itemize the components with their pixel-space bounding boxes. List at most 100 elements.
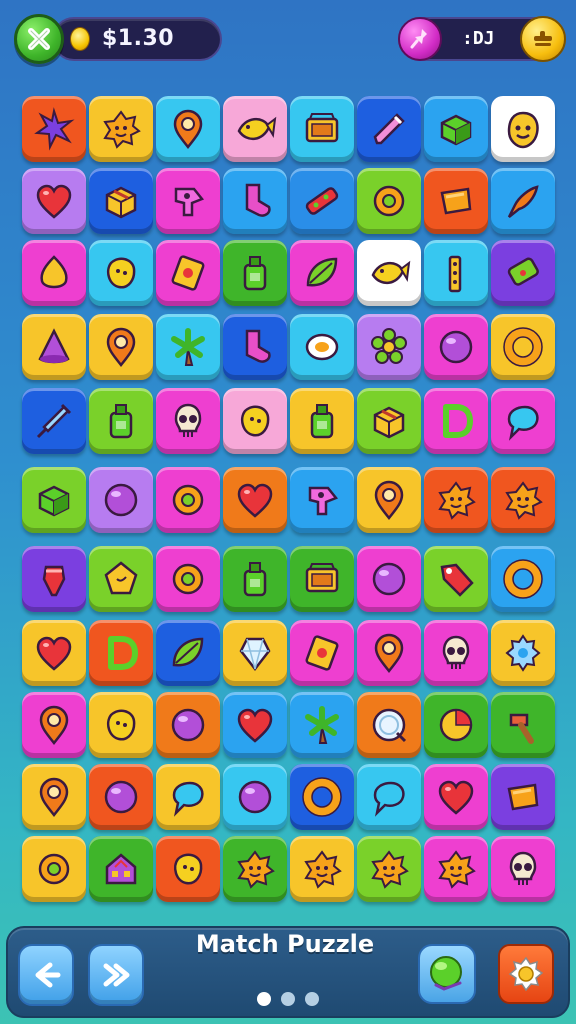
tile-speech[interactable]	[156, 764, 220, 830]
tile-burst[interactable]	[491, 467, 555, 533]
tile-palm[interactable]	[156, 314, 220, 380]
tile-pin[interactable]	[156, 96, 220, 162]
tile-orb[interactable]	[357, 546, 421, 612]
tile-heart[interactable]	[223, 467, 287, 533]
tile-syringe[interactable]	[22, 388, 86, 454]
tile-leaf[interactable]	[290, 240, 354, 306]
tile-house[interactable]	[89, 836, 153, 902]
tile-pentagon[interactable]	[89, 546, 153, 612]
tile-fish[interactable]	[357, 240, 421, 306]
tile-ring[interactable]	[357, 168, 421, 234]
tile-blob[interactable]	[223, 388, 287, 454]
tile-sock[interactable]	[223, 314, 287, 380]
tile-ring[interactable]	[156, 546, 220, 612]
tile-plate[interactable]	[357, 692, 421, 758]
tile-d[interactable]	[424, 388, 488, 454]
tile-burst[interactable]	[89, 96, 153, 162]
tile-hammer[interactable]	[491, 692, 555, 758]
tile-d[interactable]	[89, 620, 153, 686]
tile-pointer[interactable]	[491, 168, 555, 234]
tile-speech[interactable]	[357, 764, 421, 830]
tile-bottle[interactable]	[223, 546, 287, 612]
tile-sock[interactable]	[223, 168, 287, 234]
tile-wrench[interactable]	[290, 168, 354, 234]
tile-orb[interactable]	[156, 692, 220, 758]
tile-orb[interactable]	[89, 467, 153, 533]
booster-button[interactable]	[418, 944, 476, 1004]
tile-skull[interactable]	[424, 620, 488, 686]
tile-heart[interactable]	[424, 764, 488, 830]
tile-blob[interactable]	[89, 692, 153, 758]
tile-burst[interactable]	[424, 836, 488, 902]
orb-icon	[372, 562, 406, 596]
tile-cube[interactable]	[22, 467, 86, 533]
palm-icon	[305, 706, 339, 744]
tile-palm[interactable]	[290, 692, 354, 758]
tile-face[interactable]	[491, 96, 555, 162]
tile-bottle[interactable]	[89, 388, 153, 454]
settings-button[interactable]	[498, 944, 554, 1004]
tile-ring[interactable]	[22, 836, 86, 902]
tile-cone[interactable]	[22, 314, 86, 380]
tile-donut[interactable]	[290, 764, 354, 830]
tile-gear[interactable]	[491, 620, 555, 686]
pin-icon	[39, 777, 69, 818]
tile-box[interactable]	[357, 388, 421, 454]
tile-heart[interactable]	[22, 168, 86, 234]
skip-button[interactable]	[88, 944, 144, 1006]
ring-icon	[38, 853, 70, 885]
green-orb-icon	[430, 956, 462, 991]
tile-egg[interactable]	[290, 314, 354, 380]
tile-pin[interactable]	[89, 314, 153, 380]
tile-card[interactable]	[290, 620, 354, 686]
tile-pencil[interactable]	[357, 96, 421, 162]
tile-wedge[interactable]	[424, 168, 488, 234]
tile-orb[interactable]	[89, 764, 153, 830]
tile-skull[interactable]	[156, 388, 220, 454]
tile-speech[interactable]	[491, 388, 555, 454]
tile-bottle[interactable]	[223, 240, 287, 306]
tile-blob[interactable]	[156, 836, 220, 902]
tile-ring[interactable]	[156, 467, 220, 533]
tile-crate[interactable]	[290, 546, 354, 612]
tile-heart[interactable]	[223, 692, 287, 758]
ring-icon	[172, 484, 204, 516]
tile-burst[interactable]	[223, 836, 287, 902]
tile-cube[interactable]	[424, 96, 488, 162]
plate-icon	[372, 708, 407, 743]
burst-icon	[103, 110, 141, 149]
tile-drop[interactable]	[22, 240, 86, 306]
tile-burst[interactable]	[290, 836, 354, 902]
tile-tag[interactable]	[424, 546, 488, 612]
tile-orb[interactable]	[424, 314, 488, 380]
tile-leaf[interactable]	[156, 620, 220, 686]
tile-flower[interactable]	[357, 314, 421, 380]
tile-crystal[interactable]	[223, 620, 287, 686]
back-button[interactable]	[18, 944, 74, 1006]
tile-skull[interactable]	[491, 836, 555, 902]
tile-heart[interactable]	[22, 620, 86, 686]
tile-pin[interactable]	[22, 764, 86, 830]
tile-blob[interactable]	[89, 240, 153, 306]
tile-star[interactable]	[22, 96, 86, 162]
tile-ladder[interactable]	[424, 240, 488, 306]
tile-card[interactable]	[156, 240, 220, 306]
tile-arrow[interactable]	[156, 168, 220, 234]
tile-box[interactable]	[89, 168, 153, 234]
tile-donut[interactable]	[491, 314, 555, 380]
tile-pie[interactable]	[424, 692, 488, 758]
tile-burst[interactable]	[424, 467, 488, 533]
tile-pin[interactable]	[357, 620, 421, 686]
tile-burst[interactable]	[357, 836, 421, 902]
tile-ice[interactable]	[22, 546, 86, 612]
tile-orb[interactable]	[223, 764, 287, 830]
tile-arrow[interactable]	[290, 467, 354, 533]
tile-wedge[interactable]	[491, 764, 555, 830]
tile-chip[interactable]	[491, 240, 555, 306]
tile-pin[interactable]	[357, 467, 421, 533]
tile-pin[interactable]	[22, 692, 86, 758]
tile-crate[interactable]	[290, 96, 354, 162]
tile-donut[interactable]	[491, 546, 555, 612]
tile-bottle[interactable]	[290, 388, 354, 454]
tile-fish[interactable]	[223, 96, 287, 162]
